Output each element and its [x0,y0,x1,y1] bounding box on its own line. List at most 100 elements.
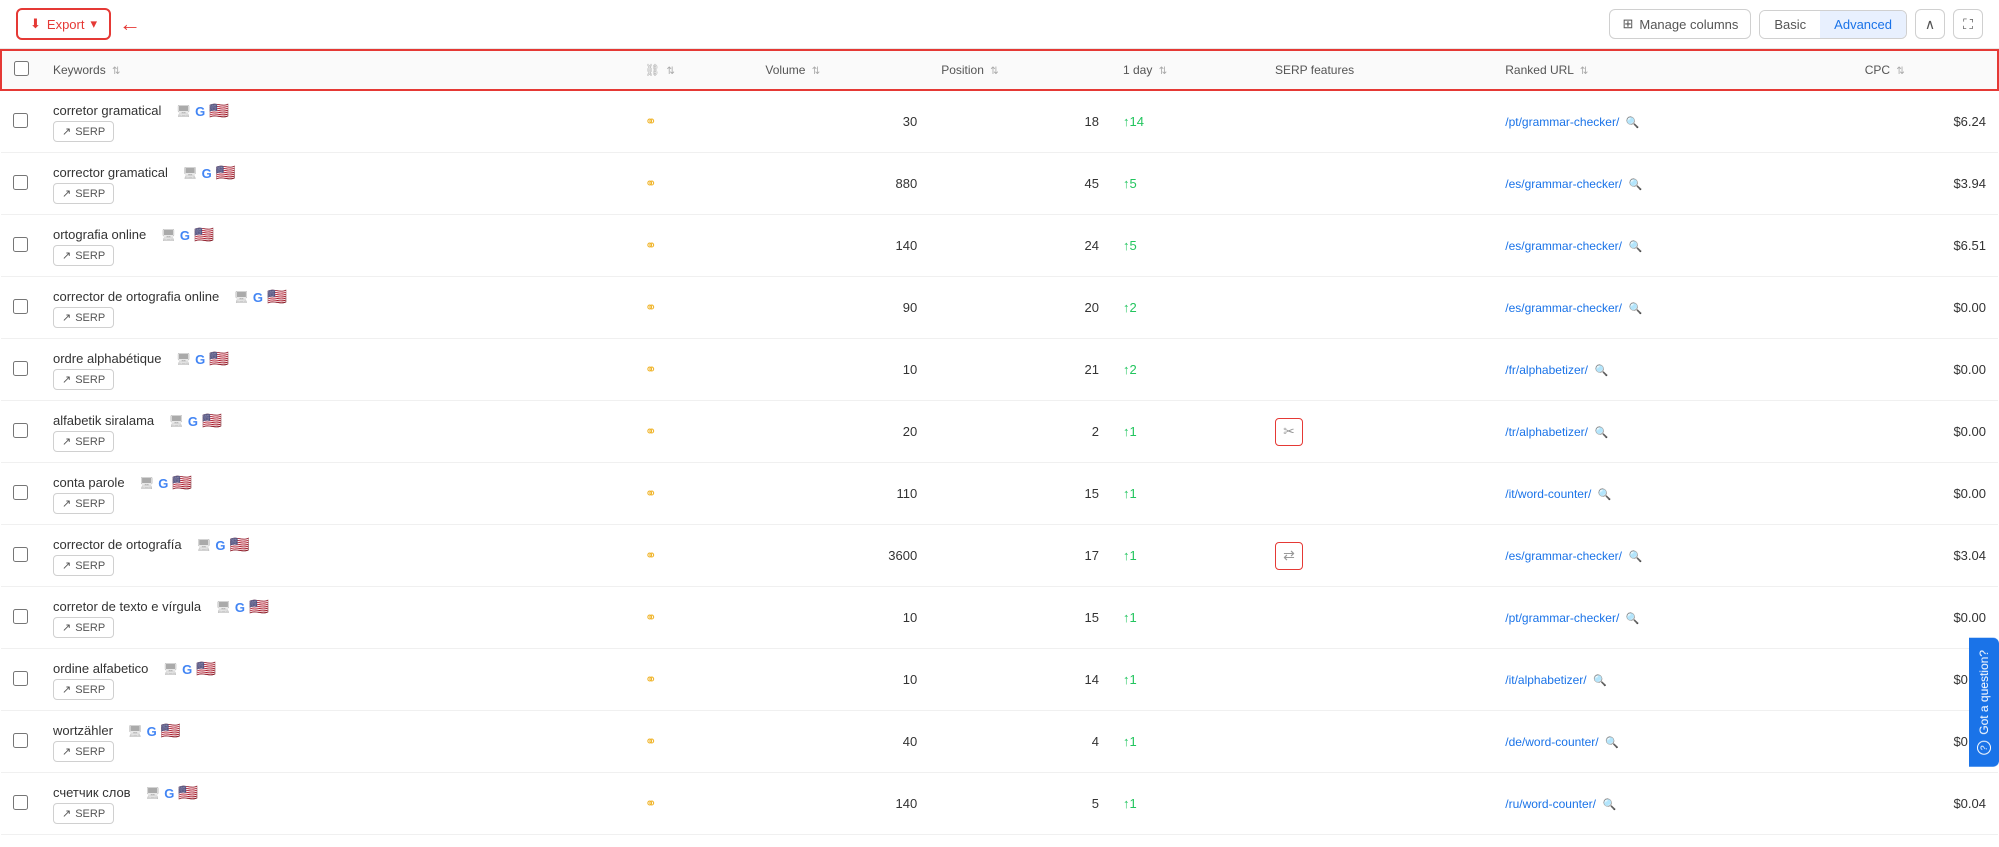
google-icon: G [180,228,190,243]
ranked-url-sort-icon[interactable]: ⇅ [1580,66,1588,77]
ranked-url-link[interactable]: /it/alphabetizer/ [1505,673,1586,687]
serp-button[interactable]: ↗ SERP [53,803,114,824]
keywords-sort-icon[interactable]: ⇅ [112,66,120,77]
serp-button[interactable]: ↗ SERP [53,431,114,452]
table-row: corretor de texto e vírgula 🖥 G 🇺🇸 ↗ SER… [1,587,1998,649]
serp-button[interactable]: ↗ SERP [53,493,114,514]
day1-cell: ↑1 [1111,649,1263,711]
row-checkbox[interactable] [13,175,28,190]
manage-columns-button[interactable]: ⊞ Manage columns [1609,9,1751,39]
row-checkbox[interactable] [13,299,28,314]
ranked-url-link[interactable]: /es/grammar-checker/ [1505,549,1622,563]
url-search-icon[interactable]: 🔍 [1626,613,1640,625]
ranked-url-link[interactable]: /fr/alphabetizer/ [1505,363,1588,377]
ranked-url-link[interactable]: /pt/grammar-checker/ [1505,115,1619,129]
url-search-icon[interactable]: 🔍 [1605,737,1619,749]
device-icons: 🖥 G 🇺🇸 [139,473,192,493]
ranked-url-link[interactable]: /it/word-counter/ [1505,487,1591,501]
device-icons: 🖥 G 🇺🇸 [127,721,180,741]
link-sort-icon[interactable]: ⇅ [667,66,675,77]
ranked-url-link[interactable]: /pt/grammar-checker/ [1505,611,1619,625]
link-cell: ⚭ [633,339,753,401]
link-icon: ⚭ [645,733,657,749]
serp-label: SERP [75,684,105,696]
ranked-url-link[interactable]: /es/grammar-checker/ [1505,177,1622,191]
serp-button[interactable]: ↗ SERP [53,245,114,266]
flag-icon: 🇺🇸 [209,101,229,121]
day1-change: ↑2 [1123,362,1137,377]
url-search-icon[interactable]: 🔍 [1595,365,1609,377]
ranked-url-link[interactable]: /es/grammar-checker/ [1505,301,1622,315]
url-search-icon[interactable]: 🔍 [1626,117,1640,129]
collapse-button[interactable]: ∧ [1915,9,1945,39]
ranked-url-link[interactable]: /de/word-counter/ [1505,735,1598,749]
serp-button[interactable]: ↗ SERP [53,183,114,204]
link-cell: ⚭ [633,463,753,525]
url-search-icon[interactable]: 🔍 [1629,551,1643,563]
serp-label: SERP [75,312,105,324]
url-search-icon[interactable]: 🔍 [1603,799,1617,811]
help-button[interactable]: ? Got a question? [1969,638,1999,767]
google-icon: G [195,104,205,119]
header-ranked-url: Ranked URL ⇅ [1493,50,1852,90]
serp-button[interactable]: ↗ SERP [53,741,114,762]
serp-button[interactable]: ↗ SERP [53,121,114,142]
row-checkbox[interactable] [13,547,28,562]
view-basic-button[interactable]: Basic [1760,11,1820,38]
row-checkbox[interactable] [13,671,28,686]
row-checkbox[interactable] [13,423,28,438]
view-advanced-button[interactable]: Advanced [1820,11,1906,38]
row-checkbox-cell [1,773,41,835]
1day-sort-icon[interactable]: ⇅ [1159,66,1167,77]
expand-button[interactable]: ⛶ [1953,9,1983,39]
device-icons: 🖥 G 🇺🇸 [169,411,222,431]
ranked-url-link[interactable]: /es/grammar-checker/ [1505,239,1622,253]
url-search-icon[interactable]: 🔍 [1629,241,1643,253]
row-checkbox[interactable] [13,733,28,748]
row-checkbox[interactable] [13,113,28,128]
serp-features-cell [1263,215,1493,277]
row-checkbox[interactable] [13,237,28,252]
row-checkbox[interactable] [13,795,28,810]
serp-label: SERP [75,622,105,634]
serp-button[interactable]: ↗ SERP [53,617,114,638]
help-circle-icon: ? [1977,741,1991,755]
url-search-icon[interactable]: 🔍 [1593,675,1607,687]
export-button[interactable]: ⬇ Export ▾ [16,8,111,40]
keyword-cell: счетчик слов 🖥 G 🇺🇸 ↗ SERP [41,773,633,835]
serp-button[interactable]: ↗ SERP [53,679,114,700]
day1-change: ↑5 [1123,176,1137,191]
volume-sort-icon[interactable]: ⇅ [812,66,820,77]
header-1day-label: 1 day [1123,63,1152,77]
ranked-url-cell: /tr/alphabetizer/ 🔍 [1493,401,1852,463]
device-icons: 🖥 G 🇺🇸 [163,659,216,679]
url-search-icon[interactable]: 🔍 [1598,489,1612,501]
link-cell: ⚭ [633,401,753,463]
row-checkbox[interactable] [13,485,28,500]
table-row: счетчик слов 🖥 G 🇺🇸 ↗ SERP ⚭ 1405 ↑1 /ru… [1,773,1998,835]
flag-icon: 🇺🇸 [267,287,287,307]
serp-button[interactable]: ↗ SERP [53,555,114,576]
cpc-cell: $6.51 [1853,215,1998,277]
day1-cell: ↑14 [1111,90,1263,153]
cpc-sort-icon[interactable]: ⇅ [1896,66,1904,77]
position-cell: 17 [929,525,1111,587]
link-cell: ⚭ [633,215,753,277]
cpc-cell: $0.00 [1853,401,1998,463]
header-link: ⛓ ⇅ [633,50,753,90]
row-checkbox[interactable] [13,609,28,624]
table-row: ortografia online 🖥 G 🇺🇸 ↗ SERP ⚭ 14024 … [1,215,1998,277]
serp-button[interactable]: ↗ SERP [53,307,114,328]
position-sort-icon[interactable]: ⇅ [990,66,998,77]
select-all-checkbox[interactable] [14,61,29,76]
row-checkbox-cell [1,649,41,711]
url-search-icon[interactable]: 🔍 [1595,427,1609,439]
row-checkbox[interactable] [13,361,28,376]
ranked-url-link[interactable]: /ru/word-counter/ [1505,797,1596,811]
ranked-url-link[interactable]: /tr/alphabetizer/ [1505,425,1588,439]
position-cell: 20 [929,277,1111,339]
url-search-icon[interactable]: 🔍 [1629,303,1643,315]
position-cell: 4 [929,711,1111,773]
serp-button[interactable]: ↗ SERP [53,369,114,390]
url-search-icon[interactable]: 🔍 [1629,179,1643,191]
